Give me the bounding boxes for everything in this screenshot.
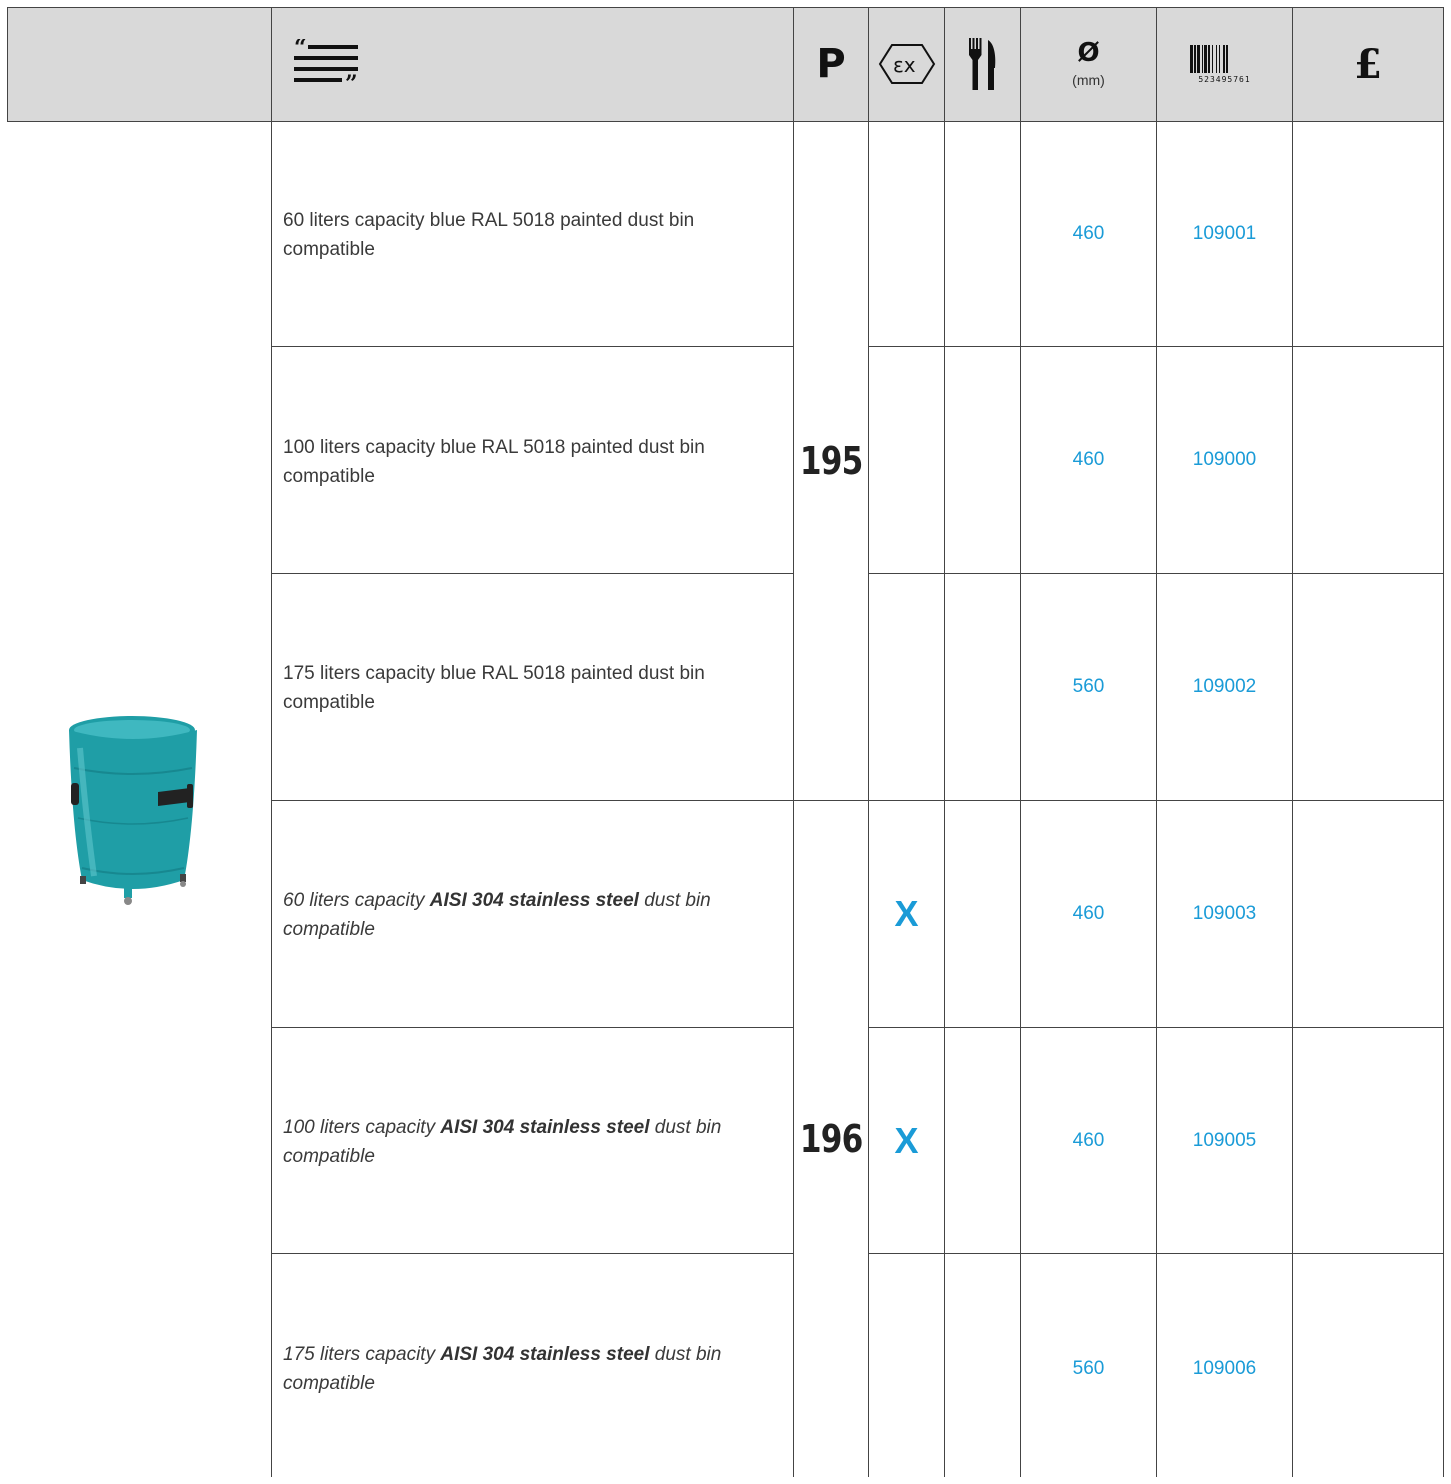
border-right [1443, 7, 1444, 1477]
row-divider [271, 346, 793, 347]
svg-text:εx: εx [893, 53, 916, 77]
description-header: “ ” [272, 7, 382, 121]
fork-knife-icon [968, 38, 995, 90]
description-text: 175 liters capacity [283, 1344, 441, 1365]
svg-text:”: ” [345, 71, 358, 89]
product-code[interactable]: 109001 [1157, 122, 1292, 346]
row-description: 60 liters capacity blue RAL 5018 painted… [283, 206, 783, 264]
product-code[interactable]: 109006 [1157, 1254, 1292, 1484]
description-text: 100 liters capacity [283, 1117, 441, 1138]
description-material: AISI 304 stainless steel [440, 1344, 650, 1365]
atex-mark: X [894, 893, 919, 934]
border-left [7, 7, 8, 121]
barcode-icon [1189, 44, 1228, 73]
col-divider-3 [868, 7, 869, 1477]
barcode-number: 523495761 [1198, 74, 1251, 84]
barcode-header: 523495761 [1157, 7, 1292, 121]
diameter-value: 460 [1072, 223, 1105, 244]
row-description: 175 liters capacity AISI 304 stainless s… [283, 1340, 783, 1398]
product-code[interactable]: 109003 [1157, 801, 1292, 1027]
diameter-unit: (mm) [1072, 72, 1105, 88]
diameter-value: 460 [1072, 903, 1105, 924]
description-text: 60 liters capacity [283, 890, 430, 911]
row-description: 60 liters capacity AISI 304 stainless st… [283, 886, 783, 944]
diameter-value: 560 [1072, 676, 1105, 697]
diameter-value: 460 [1072, 1129, 1105, 1151]
row-description: 100 liters capacity AISI 304 stainless s… [283, 1113, 783, 1171]
diameter-value: 460 [1072, 449, 1105, 470]
row-divider [271, 1253, 793, 1254]
page-cell: 195 [794, 122, 868, 800]
page-number: 195 [799, 439, 863, 483]
price-symbol: £ [1354, 40, 1382, 88]
product-image [69, 716, 197, 905]
quote-lines-icon: “ ” [294, 39, 358, 89]
row-description: 100 liters capacity blue RAL 5018 painte… [283, 433, 783, 491]
page-cell: 196 [794, 801, 868, 1477]
atex-cell: X [869, 1028, 944, 1253]
product-code[interactable]: 109005 [1157, 1028, 1292, 1253]
row-divider [271, 800, 793, 801]
page-header: P [794, 7, 868, 121]
atex-mark: X [894, 1119, 919, 1161]
atex-header: εx [869, 7, 944, 121]
description-text: 175 liters capacity blue RAL 5018 painte… [283, 663, 705, 713]
page-symbol: P [816, 41, 846, 87]
diameter-header: Ø (mm) [1021, 7, 1156, 121]
page-number: 196 [799, 1117, 863, 1161]
description-material: AISI 304 stainless steel [440, 1117, 650, 1138]
col-divider-1 [271, 7, 272, 1477]
col-divider-4 [944, 7, 945, 1477]
price-header: £ [1293, 7, 1443, 121]
col-divider-7 [1292, 7, 1293, 1477]
description-text: 60 liters capacity blue RAL 5018 painted… [283, 210, 695, 260]
description-text: 100 liters capacity blue RAL 5018 painte… [283, 437, 705, 487]
diameter-value: 560 [1072, 1358, 1105, 1379]
diameter-symbol: Ø [1077, 38, 1100, 68]
row-divider [271, 1027, 793, 1028]
ex-hexagon-icon: εx [878, 44, 935, 84]
product-code[interactable]: 109002 [1157, 574, 1292, 800]
row-divider [271, 573, 793, 574]
food-header [945, 7, 1020, 121]
product-code[interactable]: 109000 [1157, 347, 1292, 573]
description-material: AISI 304 stainless steel [429, 890, 639, 911]
row-description: 175 liters capacity blue RAL 5018 painte… [283, 659, 783, 717]
atex-cell: X [869, 801, 944, 1027]
